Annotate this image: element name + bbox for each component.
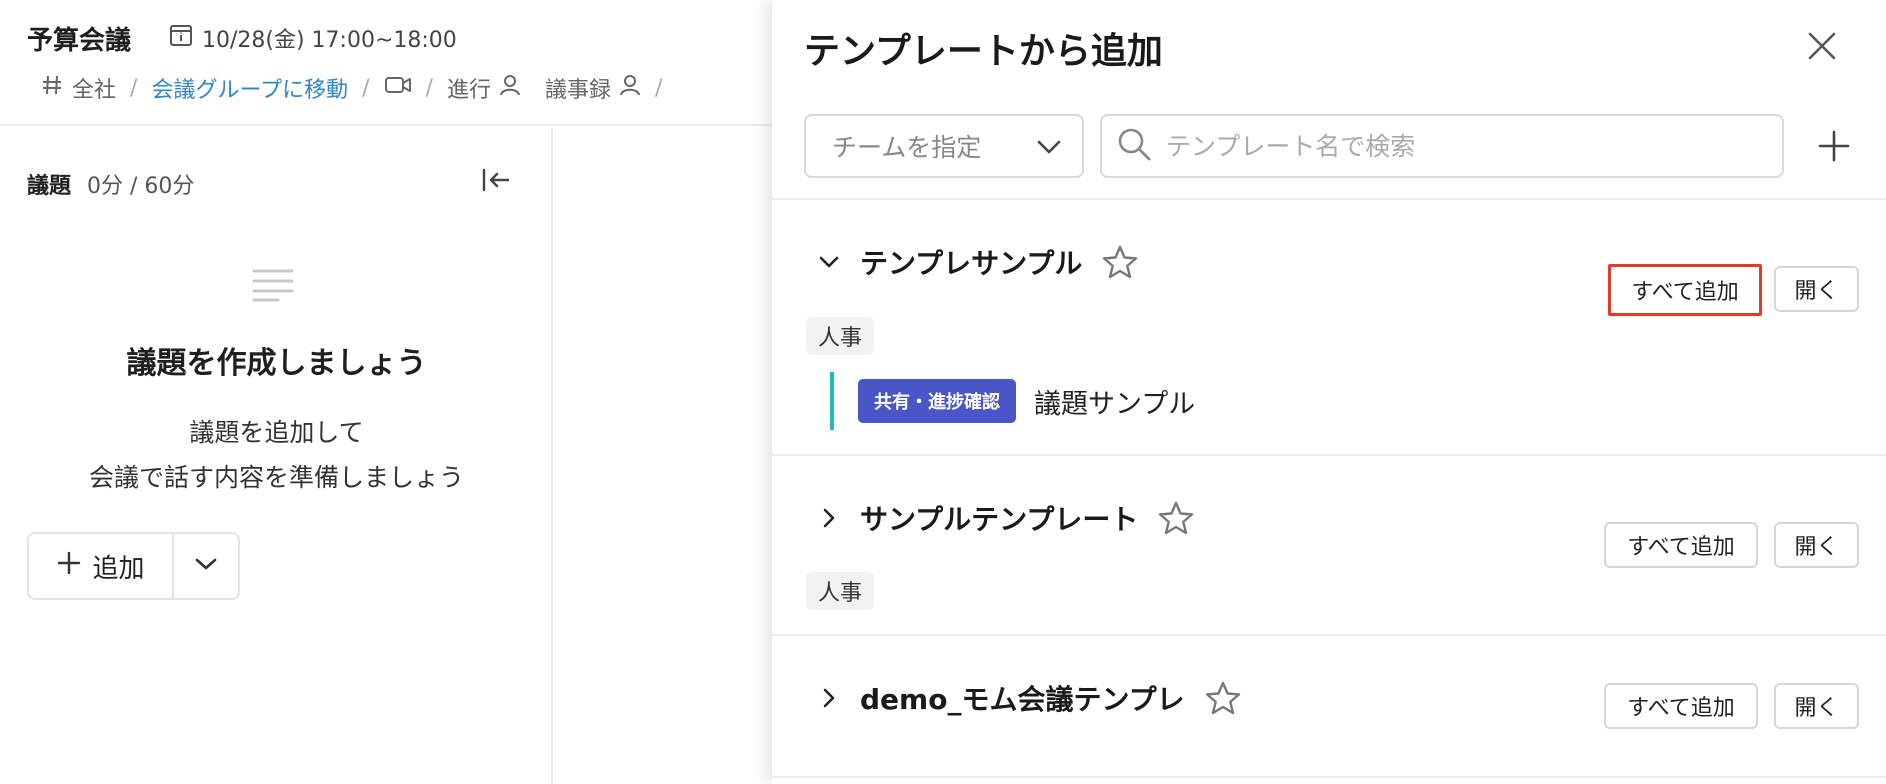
template-row: demo_モム会議テンプレ すべて追加 開く — [772, 636, 1886, 778]
star-icon[interactable] — [1102, 245, 1138, 279]
plus-icon — [56, 550, 82, 583]
template-name[interactable]: demo_モム会議テンプレ — [860, 678, 1185, 718]
person-icon — [619, 73, 641, 103]
breadcrumb-separator: / — [655, 75, 663, 101]
star-icon[interactable] — [1158, 501, 1194, 535]
minutes-crumb[interactable]: 議事録 — [545, 72, 641, 104]
hash-icon — [40, 73, 64, 103]
open-button[interactable]: 開く — [1774, 683, 1859, 729]
chevron-down-icon[interactable] — [818, 251, 840, 273]
close-icon[interactable] — [1802, 26, 1842, 66]
template-header: demo_モム会議テンプレ — [818, 678, 1241, 718]
agenda-label: 議題 — [27, 174, 72, 199]
meeting-header: 予算会議 10/28(金) 17:00~18:00 全社 / 会議グループに移動… — [0, 0, 780, 126]
channel-crumb[interactable]: 全社 — [40, 72, 116, 104]
template-agenda-item: 共有・進捗確認 議題サンプル — [830, 372, 1195, 430]
template-search-input[interactable] — [1166, 131, 1768, 161]
chevron-right-icon[interactable] — [818, 687, 840, 709]
template-name[interactable]: サンプルテンプレート — [860, 498, 1138, 538]
empty-state-description: 議題を追加して 会議で話す内容を準備しましょう — [0, 410, 553, 500]
add-all-button[interactable]: すべて追加 — [1604, 683, 1758, 729]
group-link[interactable]: 会議グループに移動 — [151, 72, 348, 104]
agenda-panel: 議題 0分 / 60分 議題を作成しましょう 議題を追加して 会議で話す内容を準… — [0, 128, 553, 784]
add-agenda-button[interactable]: 追加 — [29, 534, 172, 598]
facilitator-label: 進行 — [446, 78, 491, 103]
team-tag: 人事 — [806, 572, 875, 610]
datetime-text: 10/28(金) 17:00~18:00 — [202, 28, 457, 53]
template-row: サンプルテンプレート すべて追加 開く 人事 — [772, 456, 1886, 636]
team-select-value: チームを指定 — [832, 133, 982, 162]
template-name[interactable]: テンプレサンプル — [860, 242, 1082, 282]
chevron-down-icon — [1036, 132, 1062, 161]
video-icon[interactable] — [384, 74, 412, 102]
open-button[interactable]: 開く — [1774, 522, 1859, 568]
plus-icon[interactable] — [1810, 122, 1858, 170]
chevron-right-icon[interactable] — [818, 507, 840, 529]
breadcrumb-separator: / — [362, 75, 370, 101]
calendar-icon — [168, 22, 194, 54]
breadcrumb-separator: / — [130, 75, 138, 101]
star-icon[interactable] — [1205, 681, 1241, 715]
person-icon — [499, 73, 521, 103]
template-drawer: テンプレートから追加 チームを指定 テンプレサンプ — [772, 0, 1886, 784]
empty-state-title: 議題を作成しましょう — [126, 346, 427, 381]
breadcrumb-separator: / — [425, 75, 433, 101]
add-agenda-button-group: 追加 — [27, 532, 240, 600]
minutes-label: 議事録 — [544, 78, 611, 103]
agenda-time: 0分 / 60分 — [87, 174, 195, 199]
app: 予算会議 10/28(金) 17:00~18:00 全社 / 会議グループに移動… — [0, 0, 1886, 784]
collapse-left-icon[interactable] — [478, 164, 514, 196]
template-header: サンプルテンプレート — [818, 498, 1194, 538]
template-row: テンプレサンプル すべて追加 開く 人事 共有・進捗確認 議題サンプル — [772, 200, 1886, 456]
team-select[interactable]: チームを指定 — [804, 114, 1084, 178]
empty-desc-line1: 議題を追加して — [189, 418, 364, 447]
add-all-button[interactable]: すべて追加 — [1608, 264, 1762, 316]
category-badge: 共有・進捗確認 — [858, 379, 1016, 423]
add-all-button[interactable]: すべて追加 — [1604, 522, 1758, 568]
open-button[interactable]: 開く — [1774, 266, 1859, 312]
add-agenda-label: 追加 — [92, 553, 145, 584]
drawer-title: テンプレートから追加 — [804, 31, 1163, 72]
empty-desc-line2: 会議で話す内容を準備しましょう — [88, 463, 464, 492]
add-agenda-dropdown[interactable] — [172, 534, 238, 598]
meeting-title: 予算会議 — [27, 26, 132, 56]
meeting-datetime[interactable]: 10/28(金) 17:00~18:00 — [168, 22, 457, 54]
lines-icon — [252, 268, 294, 306]
search-icon — [1116, 126, 1152, 166]
chevron-down-icon — [194, 556, 218, 576]
team-tag: 人事 — [806, 317, 875, 355]
agenda-item-title: 議題サンプル — [1034, 388, 1196, 420]
template-header: テンプレサンプル — [818, 242, 1138, 282]
agenda-header: 議題 0分 / 60分 — [27, 168, 194, 200]
facilitator-crumb[interactable]: 進行 — [447, 72, 521, 104]
channel-label: 全社 — [72, 78, 117, 103]
search-box — [1100, 114, 1784, 178]
breadcrumb: 全社 / 会議グループに移動 / / 進行 議事録 / — [40, 72, 676, 104]
